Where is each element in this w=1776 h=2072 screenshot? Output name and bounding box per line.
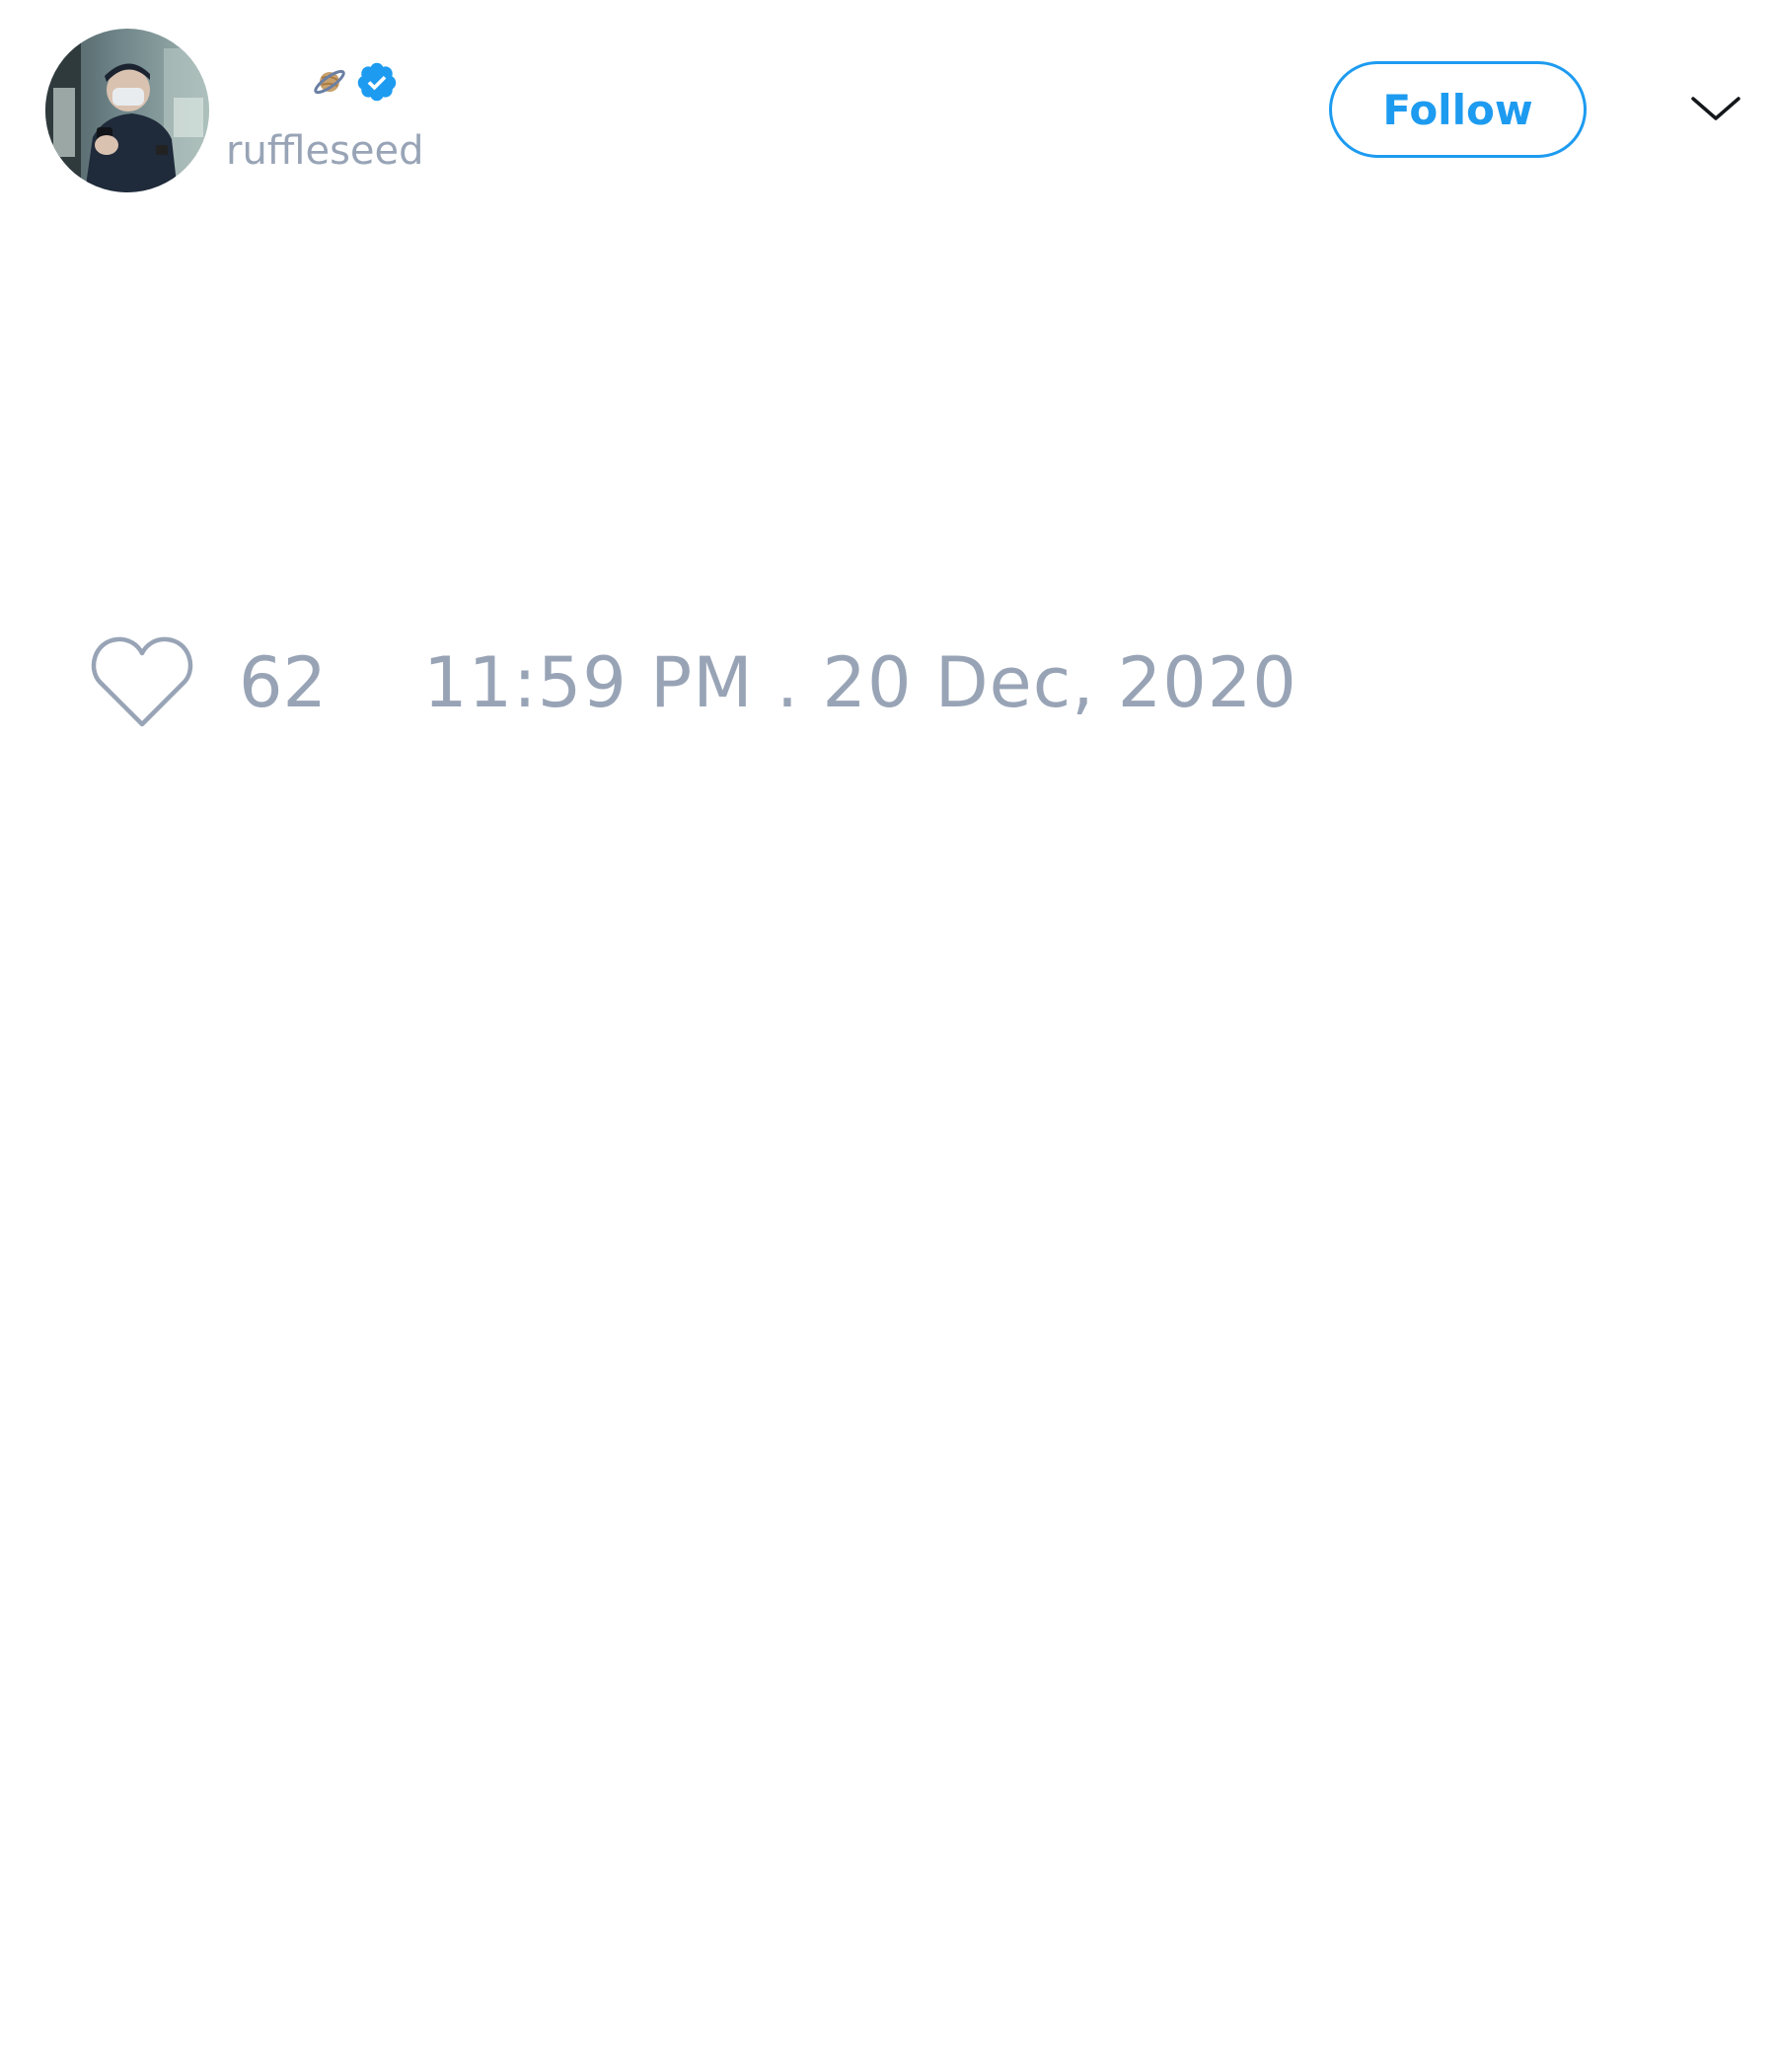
tweet-card: ruffleseed Follow 62 11:59 PM . 20 Dec, … <box>0 0 1776 2072</box>
verified-badge-icon <box>357 62 397 102</box>
heart-outline-icon <box>91 636 193 727</box>
author-name-row[interactable] <box>304 57 399 107</box>
tweet-timestamp[interactable]: 11:59 PM . 20 Dec, 2020 <box>423 631 1297 734</box>
avatar-photo <box>45 29 209 192</box>
avatar[interactable] <box>45 29 209 192</box>
ringed-planet-icon <box>314 69 345 95</box>
more-options-button[interactable] <box>1689 87 1742 128</box>
like-count: 62 <box>239 642 328 723</box>
tweet-footer: 62 11:59 PM . 20 Dec, 2020 <box>89 631 1297 734</box>
follow-button[interactable]: Follow <box>1329 61 1587 158</box>
chevron-down-icon <box>1691 97 1740 120</box>
author-handle[interactable]: ruffleseed <box>226 124 424 178</box>
like-button[interactable] <box>89 631 195 734</box>
